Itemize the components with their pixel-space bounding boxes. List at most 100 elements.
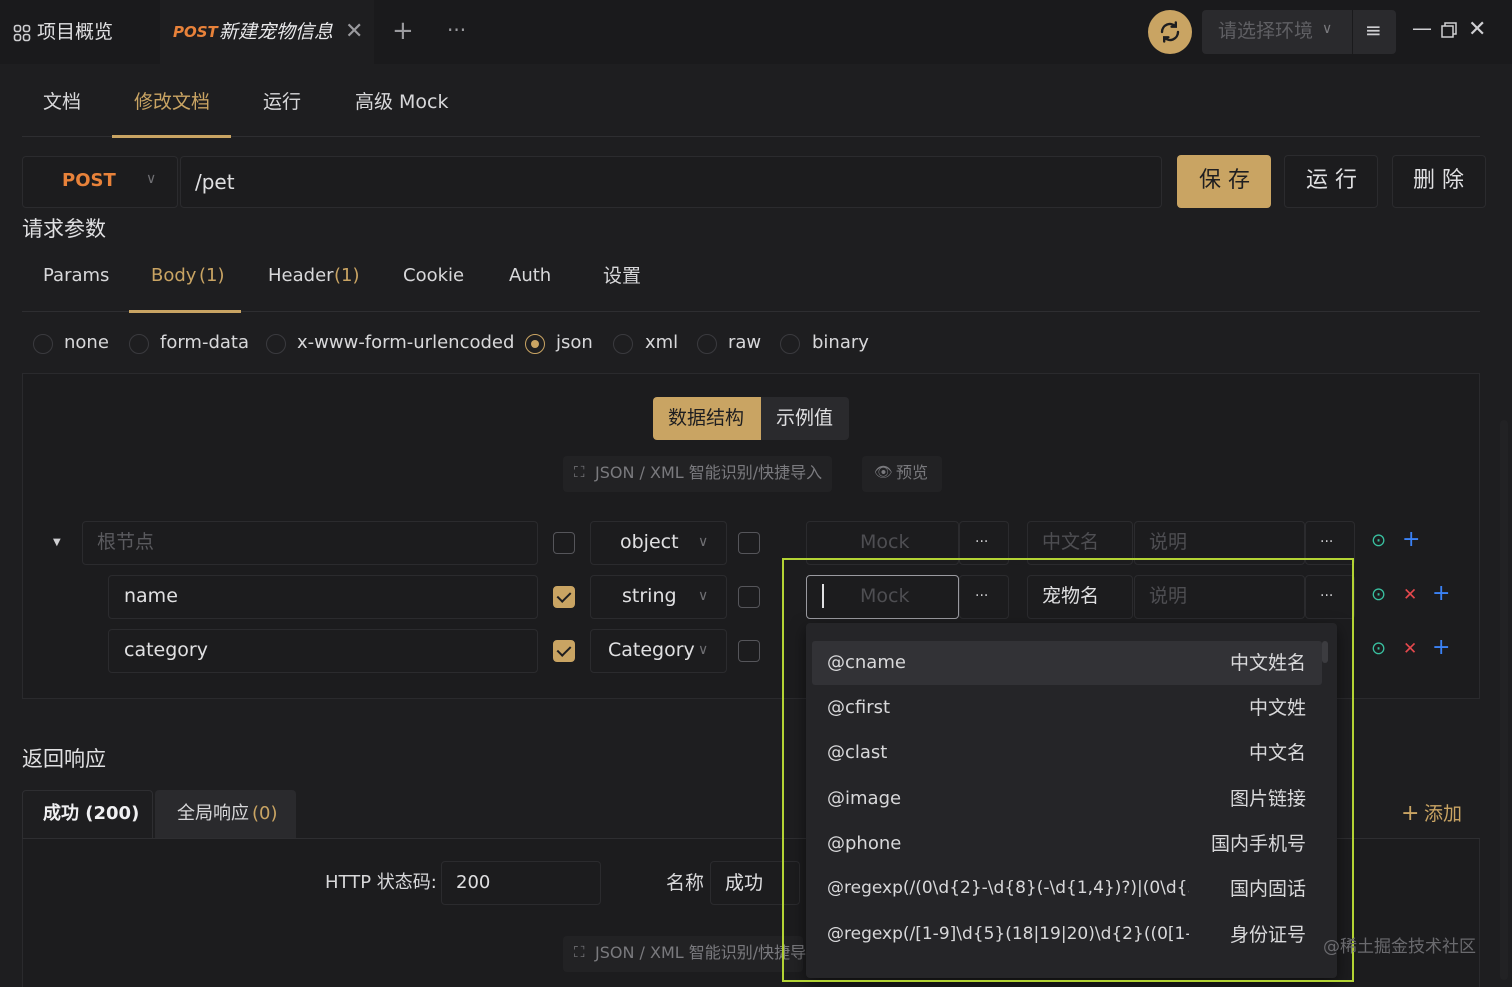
tab-global-label: 全局响应	[177, 803, 249, 824]
chevron-down-icon: ∨	[698, 588, 709, 604]
name-required-checkbox[interactable]	[553, 586, 575, 608]
environment-placeholder: 请选择环境	[1218, 20, 1314, 42]
radio-binary-label[interactable]: binary	[812, 334, 869, 352]
name-nullable-checkbox[interactable]	[738, 586, 760, 608]
tab-run[interactable]: 运行	[263, 93, 301, 112]
preview-label: 预览	[896, 463, 929, 482]
chevron-down-icon: ∨	[698, 534, 709, 550]
import-label: JSON / XML 智能识别/快捷导入	[595, 463, 823, 482]
tab-body-count: (1)	[199, 265, 225, 286]
highlight-box	[782, 558, 1354, 982]
name-field-value: name	[124, 585, 178, 607]
tab-body[interactable]: Body	[151, 267, 196, 285]
radio-binary[interactable]	[780, 334, 800, 354]
response-name-value: 成功	[725, 872, 764, 894]
collapse-caret-icon[interactable]: ▼	[53, 538, 61, 548]
request-params-title: 请求参数	[22, 217, 106, 241]
more-icon: ···	[1320, 534, 1334, 550]
project-overview-link[interactable]: 项目概览	[37, 23, 113, 42]
root-mock-placeholder: Mock	[860, 531, 910, 553]
close-window-icon[interactable]: ✕	[1468, 19, 1486, 41]
plus-icon[interactable]: +	[392, 18, 414, 44]
toggle-example-label: 示例值	[776, 407, 834, 429]
scan-icon: ⛶	[574, 943, 585, 961]
plus-icon[interactable]: +	[1401, 803, 1419, 825]
radio-json-label[interactable]: json	[556, 334, 593, 352]
more-icon: ···	[975, 534, 989, 550]
category-nullable-checkbox[interactable]	[738, 640, 760, 662]
radio-raw-label[interactable]: raw	[728, 334, 761, 352]
category-field-value: category	[124, 639, 208, 661]
tab-edit-docs[interactable]: 修改文档	[134, 93, 210, 112]
add-sibling-icon[interactable]: +	[1432, 637, 1450, 659]
eye-icon: 👁	[874, 463, 894, 481]
delete-row-icon[interactable]: ✕	[1403, 587, 1417, 604]
root-required-checkbox[interactable]	[553, 532, 575, 554]
hamburger-icon: ≡	[1365, 18, 1382, 42]
radio-urlencoded-label[interactable]: x-www-form-urlencoded	[297, 334, 514, 352]
response-title: 返回响应	[22, 747, 106, 771]
tab-method-label[interactable]: POST	[173, 25, 218, 40]
root-cn-placeholder: 中文名	[1042, 531, 1100, 553]
settings-icon[interactable]: ⊙	[1371, 586, 1386, 604]
add-sibling-icon[interactable]: +	[1432, 583, 1450, 605]
radio-form-data[interactable]	[129, 334, 149, 354]
radio-form-data-label[interactable]: form-data	[160, 334, 249, 352]
tab-global-count: (0)	[252, 803, 278, 824]
tab-settings[interactable]: 设置	[603, 267, 641, 286]
doc-tabs-divider	[22, 136, 1480, 137]
radio-none-label[interactable]: none	[64, 334, 109, 352]
settings-icon[interactable]: ⊙	[1371, 532, 1386, 550]
page-scrollbar[interactable]	[1500, 420, 1508, 980]
radio-xml[interactable]	[613, 334, 633, 354]
tab-cookie[interactable]: Cookie	[403, 267, 464, 285]
category-required-checkbox[interactable]	[553, 640, 575, 662]
response-import-label: JSON / XML 智能识别/快捷导	[595, 943, 807, 962]
maximize-icon[interactable]	[1441, 22, 1457, 38]
add-response-label[interactable]: 添加	[1424, 805, 1462, 824]
tab-docs[interactable]: 文档	[43, 93, 81, 112]
root-nullable-checkbox[interactable]	[738, 532, 760, 554]
root-type-value: object	[620, 531, 679, 553]
root-name-placeholder: 根节点	[97, 531, 155, 553]
add-child-icon[interactable]: +	[1402, 529, 1420, 551]
tab-success-label: 成功 (200)	[43, 803, 140, 824]
scan-icon: ⛶	[574, 463, 585, 481]
tab-title[interactable]: 新建宠物信息	[219, 23, 333, 42]
tab-auth[interactable]: Auth	[509, 267, 551, 285]
root-desc-placeholder: 说明	[1149, 531, 1188, 553]
sync-button[interactable]	[1148, 10, 1192, 54]
settings-icon[interactable]: ⊙	[1371, 640, 1386, 658]
active-tab-underline	[112, 135, 231, 138]
radio-json[interactable]	[525, 334, 545, 354]
path-value: /pet	[195, 170, 235, 194]
radio-xml-label[interactable]: xml	[645, 334, 678, 352]
minimize-icon[interactable]: —	[1412, 18, 1432, 38]
body-tab-underline	[129, 310, 241, 313]
more-icon[interactable]: ···	[447, 20, 466, 40]
chevron-down-icon: ∨	[146, 171, 157, 187]
sync-icon	[1160, 21, 1180, 43]
status-code-label: HTTP 状态码:	[325, 872, 437, 893]
radio-urlencoded[interactable]	[266, 334, 286, 354]
watermark: @稀土掘金技术社区	[1323, 937, 1476, 957]
tab-header[interactable]: Header	[268, 267, 334, 285]
delete-row-icon[interactable]: ✕	[1403, 641, 1417, 658]
tab-header-count: (1)	[334, 265, 360, 286]
toggle-structure-label: 数据结构	[668, 407, 745, 429]
tab-params[interactable]: Params	[43, 267, 109, 285]
save-button-label: 保 存	[1199, 168, 1250, 193]
grid-icon[interactable]	[13, 24, 31, 42]
method-value: POST	[62, 170, 116, 191]
name-type-value: string	[622, 585, 677, 607]
radio-raw[interactable]	[697, 334, 717, 354]
chevron-down-icon: ∨	[698, 642, 709, 658]
path-input[interactable]	[180, 156, 1162, 208]
status-code-value: 200	[456, 872, 491, 893]
radio-none[interactable]	[33, 334, 53, 354]
run-button-label: 运 行	[1306, 168, 1357, 193]
close-tab-icon[interactable]: ✕	[345, 21, 363, 43]
category-type-value: Category	[608, 639, 695, 661]
tab-advanced-mock[interactable]: 高级 Mock	[355, 93, 449, 112]
delete-button-label: 删 除	[1413, 168, 1464, 193]
